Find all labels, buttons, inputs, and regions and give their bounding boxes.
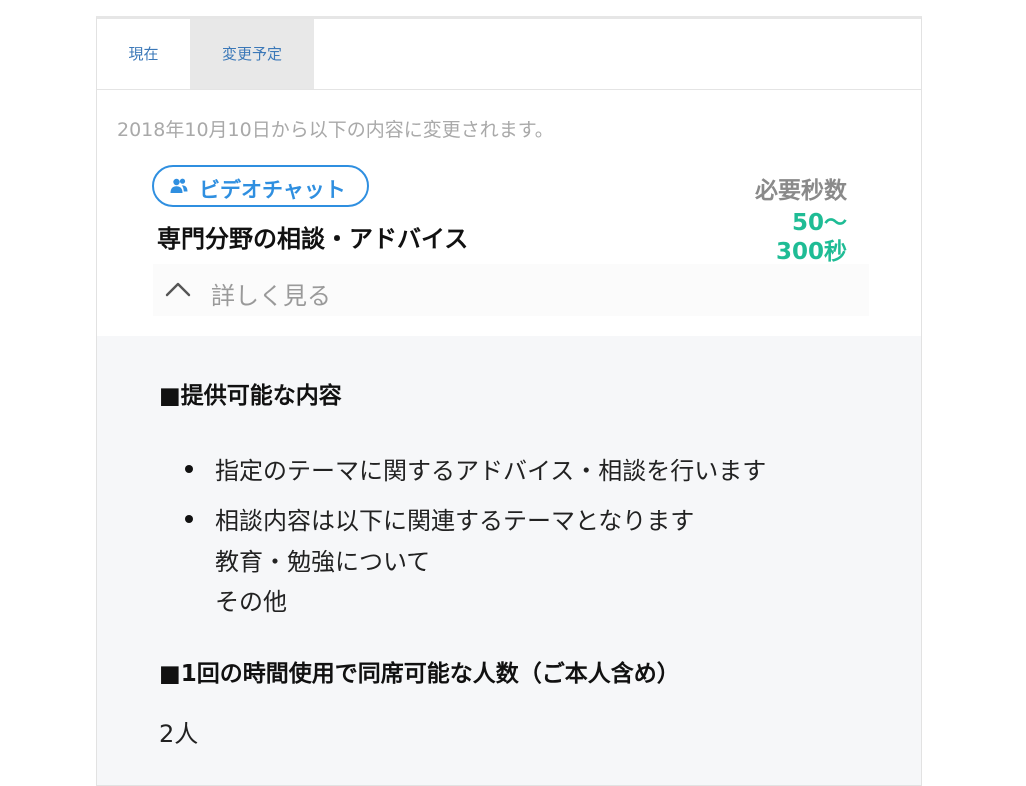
list-item-subline: その他: [215, 588, 287, 616]
required-seconds-label: 必要秒数: [755, 178, 847, 204]
users-icon: [170, 178, 188, 193]
required-seconds-max: 300秒: [775, 239, 847, 265]
chevron-up-icon: [165, 282, 191, 297]
list-item: 指定のテーマに関するアドバイス・相談を行います: [215, 457, 767, 485]
video-chat-badge: ビデオチャット: [152, 165, 369, 207]
change-notice: 2018年10月10日から以下の内容に変更されます。: [117, 119, 554, 141]
tab-bar: 現在 変更予定: [97, 19, 921, 90]
list-item-subline: 教育・勉強について: [215, 548, 431, 576]
service-title: 専門分野の相談・アドバイス: [157, 225, 469, 253]
bullet-dot: [185, 515, 193, 523]
section-heading-offerings: ■提供可能な内容: [159, 383, 342, 409]
list-item: 相談内容は以下に関連するテーマとなります: [215, 507, 695, 535]
capacity-value: 2人: [159, 720, 199, 748]
details-toggle[interactable]: 詳しく見る: [153, 264, 869, 316]
tab-scheduled-change[interactable]: 変更予定: [190, 19, 314, 89]
bullet-dot: [185, 465, 193, 473]
section-heading-capacity: ■1回の時間使用で同席可能な人数（ご本人含め）: [159, 661, 680, 687]
badge-label: ビデオチャット: [199, 178, 346, 202]
details-panel: ■提供可能な内容 指定のテーマに関するアドバイス・相談を行います 相談内容は以下…: [97, 336, 921, 785]
plan-card: 現在 変更予定 2018年10月10日から以下の内容に変更されます。 ビデオチャ…: [96, 16, 922, 786]
details-toggle-label: 詳しく見る: [211, 282, 331, 310]
tab-current[interactable]: 現在: [97, 19, 190, 89]
